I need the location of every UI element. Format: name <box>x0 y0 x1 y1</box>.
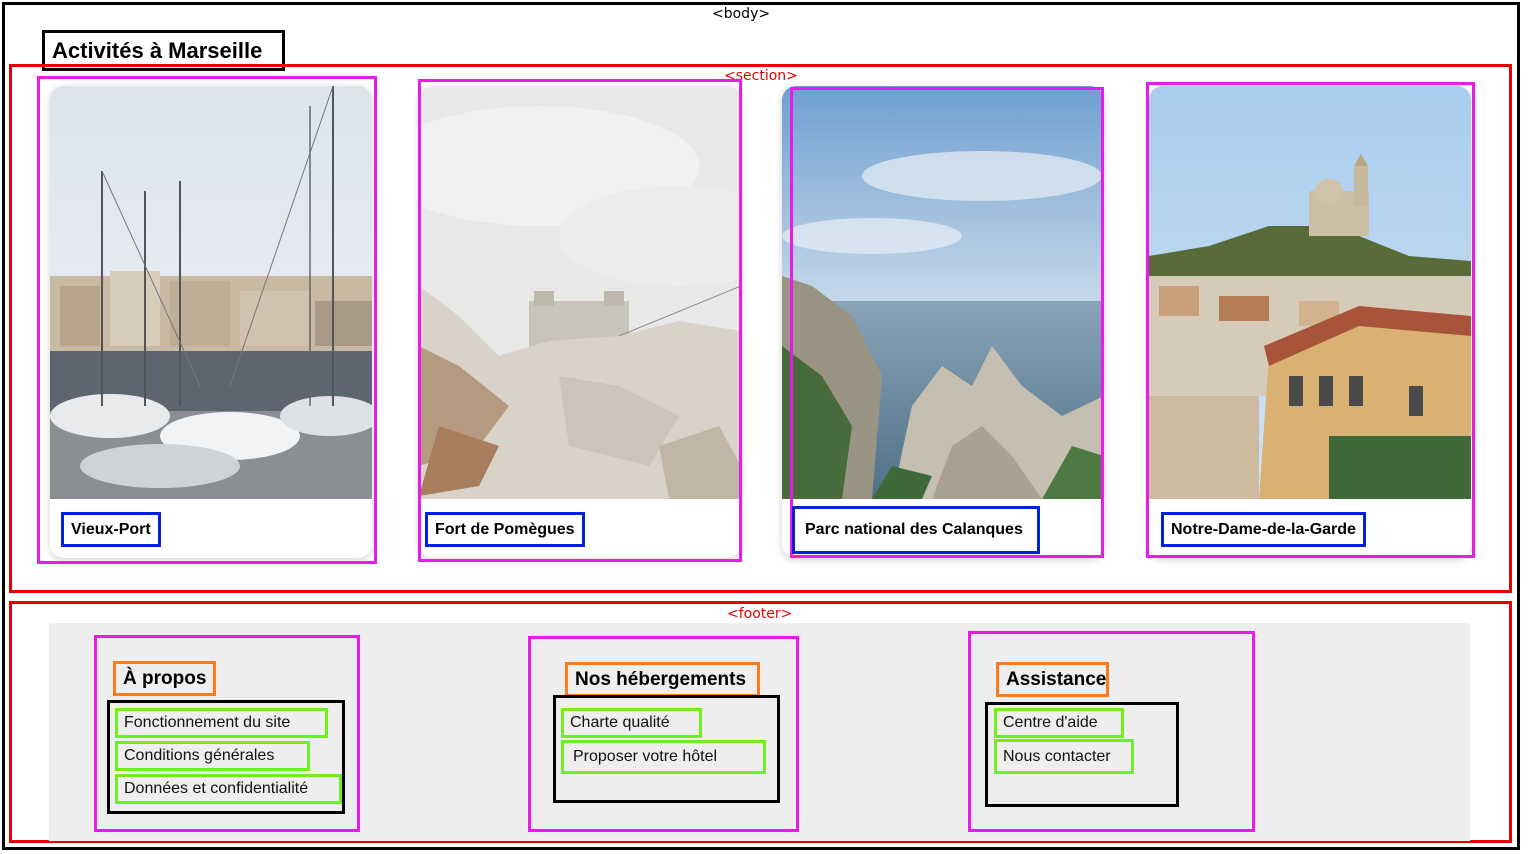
activity-label-calanques[interactable]: Parc national des Calanques <box>792 506 1040 554</box>
page-title: Activités à Marseille <box>42 30 285 71</box>
body-tag-label: <body> <box>712 6 771 22</box>
footer-link-how-it-works[interactable]: Fonctionnement du site <box>115 708 328 738</box>
fort-pomegues-photo <box>419 86 741 499</box>
footer-heading-accommodations: Nos hébergements <box>565 662 760 697</box>
footer-heading-assistance: Assistance <box>996 662 1109 697</box>
footer-link-privacy[interactable]: Données et confidentialité <box>115 774 342 804</box>
activity-label-vieux-port[interactable]: Vieux-Port <box>61 512 161 547</box>
vieux-port-photo <box>50 86 372 499</box>
footer-link-help-center[interactable]: Centre d'aide <box>994 708 1124 738</box>
notre-dame-photo <box>1149 86 1471 499</box>
activity-card-notre-dame[interactable] <box>1149 86 1471 558</box>
activity-label-fort-pomegues[interactable]: Fort de Pomègues <box>425 512 585 547</box>
activity-card-calanques[interactable] <box>782 86 1104 558</box>
footer-link-contact-us[interactable]: Nous contacter <box>994 739 1134 774</box>
footer-link-quality-charter[interactable]: Charte qualité <box>561 708 702 738</box>
section-tag-label: <section> <box>724 68 798 84</box>
activity-card-fort-pomegues[interactable] <box>419 86 741 558</box>
calanques-photo <box>782 86 1104 499</box>
activity-card-vieux-port[interactable] <box>50 86 372 558</box>
footer-tag-label: <footer> <box>727 606 793 622</box>
activity-label-notre-dame[interactable]: Notre-Dame-de-la-Garde <box>1161 512 1366 547</box>
footer-link-terms[interactable]: Conditions générales <box>115 741 310 771</box>
footer-heading-about: À propos <box>113 661 216 696</box>
footer-link-propose-hotel[interactable]: Proposer votre hôtel <box>561 740 766 774</box>
